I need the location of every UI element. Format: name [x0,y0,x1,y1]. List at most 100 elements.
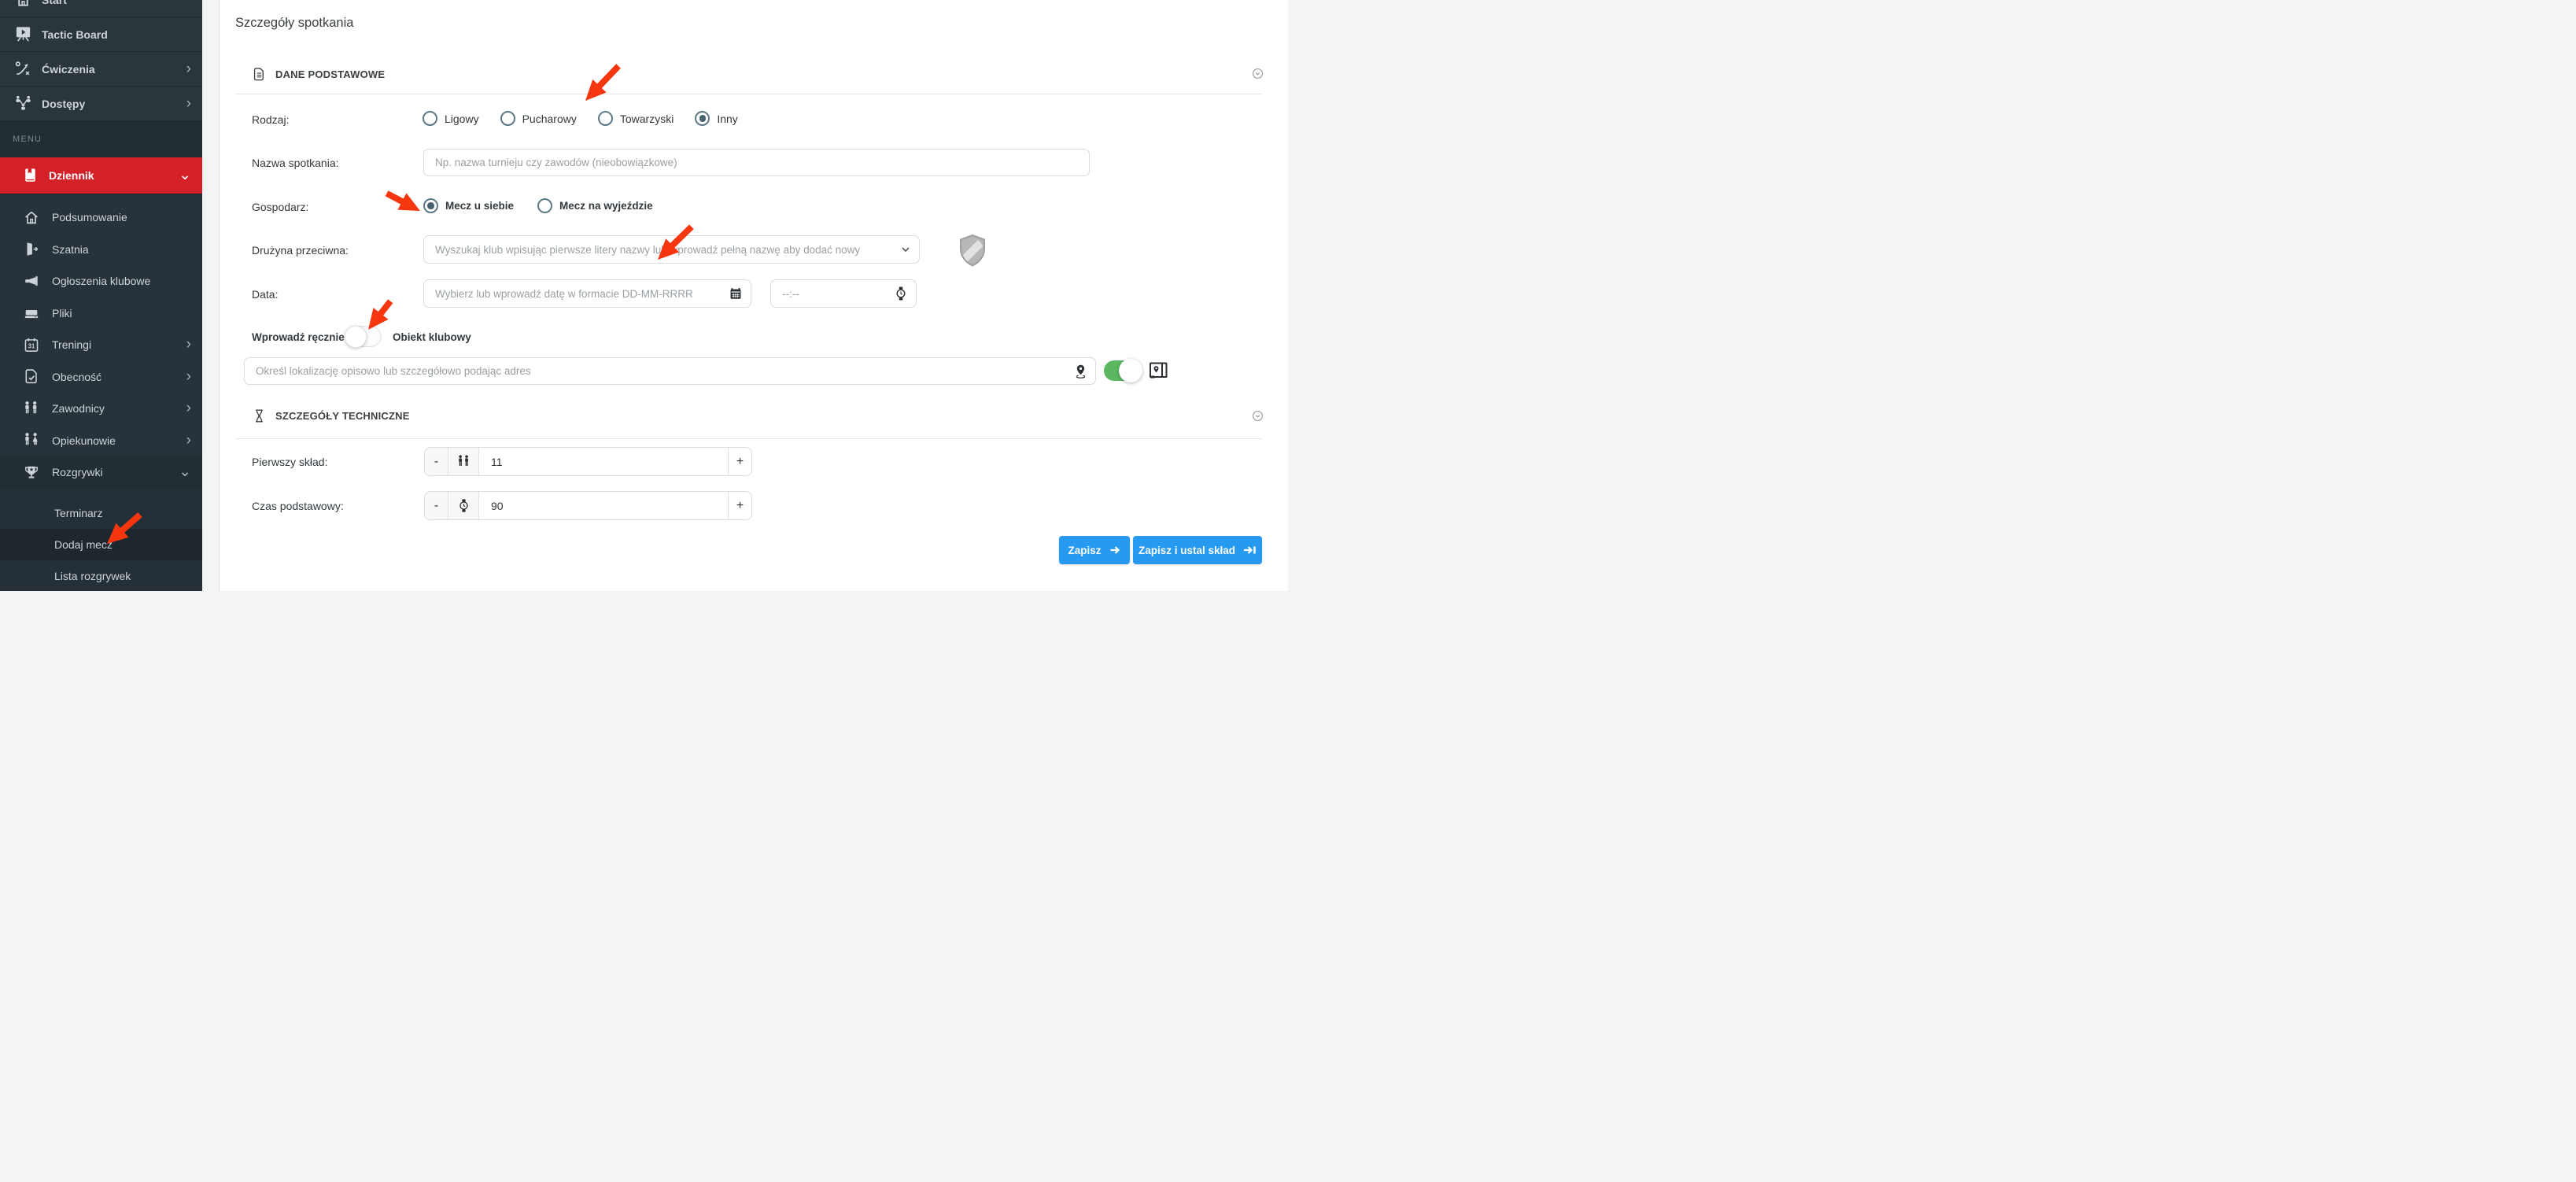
sidebar-item-label: Start [42,0,67,6]
nazwa-field [423,149,1090,176]
sidebar-item-opiekunowie[interactable]: Opiekunowie › [0,425,202,457]
sidebar-item-obecnosc[interactable]: Obecność › [0,361,202,393]
location-field [244,357,1096,385]
toggle-knob[interactable] [345,326,367,348]
save-button[interactable]: Zapisz [1059,536,1130,564]
section-title: SZCZEGÓŁY TECHNICZNE [275,410,410,422]
radio-towarzyski[interactable]: Towarzyski [598,111,674,126]
sidebar-item-start[interactable]: Start [0,0,202,17]
sidebar-item-treningi[interactable]: 31 Treningi › [0,329,202,361]
page-title: Szczegóły spotkania [235,16,353,31]
data-label: Data: [252,288,278,301]
radio-inny[interactable]: Inny [695,111,737,126]
save-and-lineup-button[interactable]: Zapisz i ustal skład [1133,536,1262,564]
sidebar-item-rozgrywki[interactable]: Rozgrywki ⌄ [0,456,202,489]
sidebar-item-cwiczenia[interactable]: Ćwiczenia › [0,52,202,87]
calendar-icon[interactable] [729,286,743,301]
sidebar-item-ogloszenia[interactable]: Ogłoszenia klubowe [0,265,202,297]
sidebar-item-lista-rozgrywek[interactable]: Lista rozgrywek [0,560,202,592]
location-input[interactable] [244,357,1096,385]
chevron-right-icon: › [186,373,191,381]
players-icon [448,448,479,475]
czas-label: Czas podstawowy: [252,500,344,512]
sidebar-item-label: Tactic Board [42,28,108,41]
sidebar-item-dziennik[interactable]: Dziennik ⌄ [0,157,202,194]
sidebar-item-label: Opiekunowie [52,434,116,447]
sidebar-item-terminarz[interactable]: Terminarz [0,497,202,529]
time-field [770,279,917,308]
chevron-down-icon [900,244,911,255]
calendar-icon: 31 [23,335,40,354]
map-pin-icon [1074,364,1087,379]
app-root: Start Tactic Board Ćwiczenia › Dostępy [0,0,1288,591]
door-exit-icon [23,240,40,259]
accesses-icon [13,94,32,113]
arrow-to-bar-icon [1243,545,1257,556]
chevron-right-icon: › [186,65,191,73]
sidebar-item-label: Lista rozgrywek [54,570,131,582]
radio-circle[interactable] [423,111,437,126]
radio-circle[interactable] [537,198,552,213]
journal-icon [20,166,39,185]
sidebar-item-tactic-board[interactable]: Tactic Board [0,17,202,52]
section-basic-collapse-icon[interactable] [1251,67,1264,80]
home-outline-icon [23,208,40,227]
sidebar-item-label: Szatnia [52,243,89,256]
pierwszy-sklad-label: Pierwszy skład: [252,456,327,468]
sidebar: Start Tactic Board Ćwiczenia › Dostępy [0,0,202,591]
sidebar-item-label: Dziennik [49,169,94,182]
chevron-right-icon: › [186,437,191,445]
sidebar-item-label: Ogłoszenia klubowe [52,275,150,287]
nazwa-label: Nazwa spotkania: [252,157,339,169]
match-time-input[interactable] [479,492,728,519]
sidebar-top-nav: Start Tactic Board Ćwiczenia › Dostępy [0,0,202,121]
radio-circle[interactable] [598,111,613,126]
squad-size-input[interactable] [479,448,728,475]
sidebar-item-dostepy[interactable]: Dostępy › [0,87,202,121]
section-title: DANE PODSTAWOWE [275,68,385,80]
stepper-plus-button[interactable]: + [728,492,751,519]
gospodarz-label: Gospodarz: [252,201,308,213]
watch-icon [448,492,479,519]
sidebar-item-label: Ćwiczenia [42,63,95,76]
radio-pucharowy[interactable]: Pucharowy [500,111,577,126]
date-input[interactable] [423,279,751,308]
gospodarz-radio-group: Mecz u siebie Mecz na wyjeździe [423,198,653,213]
tactic-board-icon [13,25,32,44]
stepper-minus-button[interactable]: - [425,448,448,475]
date-field [423,279,751,308]
sidebar-item-label: Rozgrywki [52,466,103,478]
rozgrywki-children: Terminarz Dodaj mecz Lista rozgrywek [0,489,202,592]
match-time-stepper: - + [424,491,752,520]
svg-text:31: 31 [28,342,35,349]
nazwa-input[interactable] [423,149,1090,176]
section-divider [235,438,1262,439]
druzyna-label: Drużyna przeciwna: [252,244,349,257]
sidebar-item-label: Dostępy [42,98,85,110]
radio-circle[interactable] [500,111,515,126]
squad-size-stepper: - + [424,447,752,476]
dziennik-submenu: Podsumowanie Szatnia Ogłoszenia klubowe … [0,194,202,489]
arrow-right-icon [1109,545,1121,556]
chevron-right-icon: › [186,341,191,349]
radio-ligowy[interactable]: Ligowy [423,111,479,126]
sidebar-item-pliki[interactable]: Pliki [0,297,202,330]
club-facility-label: Obiekt klubowy [393,331,471,343]
section-technical-collapse-icon[interactable] [1251,409,1264,423]
home-icon [13,0,32,9]
stepper-plus-button[interactable]: + [728,448,751,475]
radio-mecz-na-wyjezdzie[interactable]: Mecz na wyjeździe [537,198,653,213]
stepper-minus-button[interactable]: - [425,492,448,519]
toggle-knob[interactable] [1119,359,1142,382]
radio-mecz-u-siebie[interactable]: Mecz u siebie [423,198,514,213]
sidebar-item-szatnia[interactable]: Szatnia [0,234,202,266]
chevron-down-icon: ⌄ [179,468,191,476]
location-enable-toggle[interactable] [1104,360,1140,381]
watch-icon[interactable] [894,286,908,301]
storage-icon [23,304,40,323]
sidebar-item-zawodnicy[interactable]: Zawodnicy › [0,393,202,425]
sidebar-item-podsumowanie[interactable]: Podsumowanie [0,201,202,234]
trophy-icon [23,463,40,482]
club-facility-map-icon [1149,361,1168,384]
radio-circle-selected[interactable] [695,111,710,126]
